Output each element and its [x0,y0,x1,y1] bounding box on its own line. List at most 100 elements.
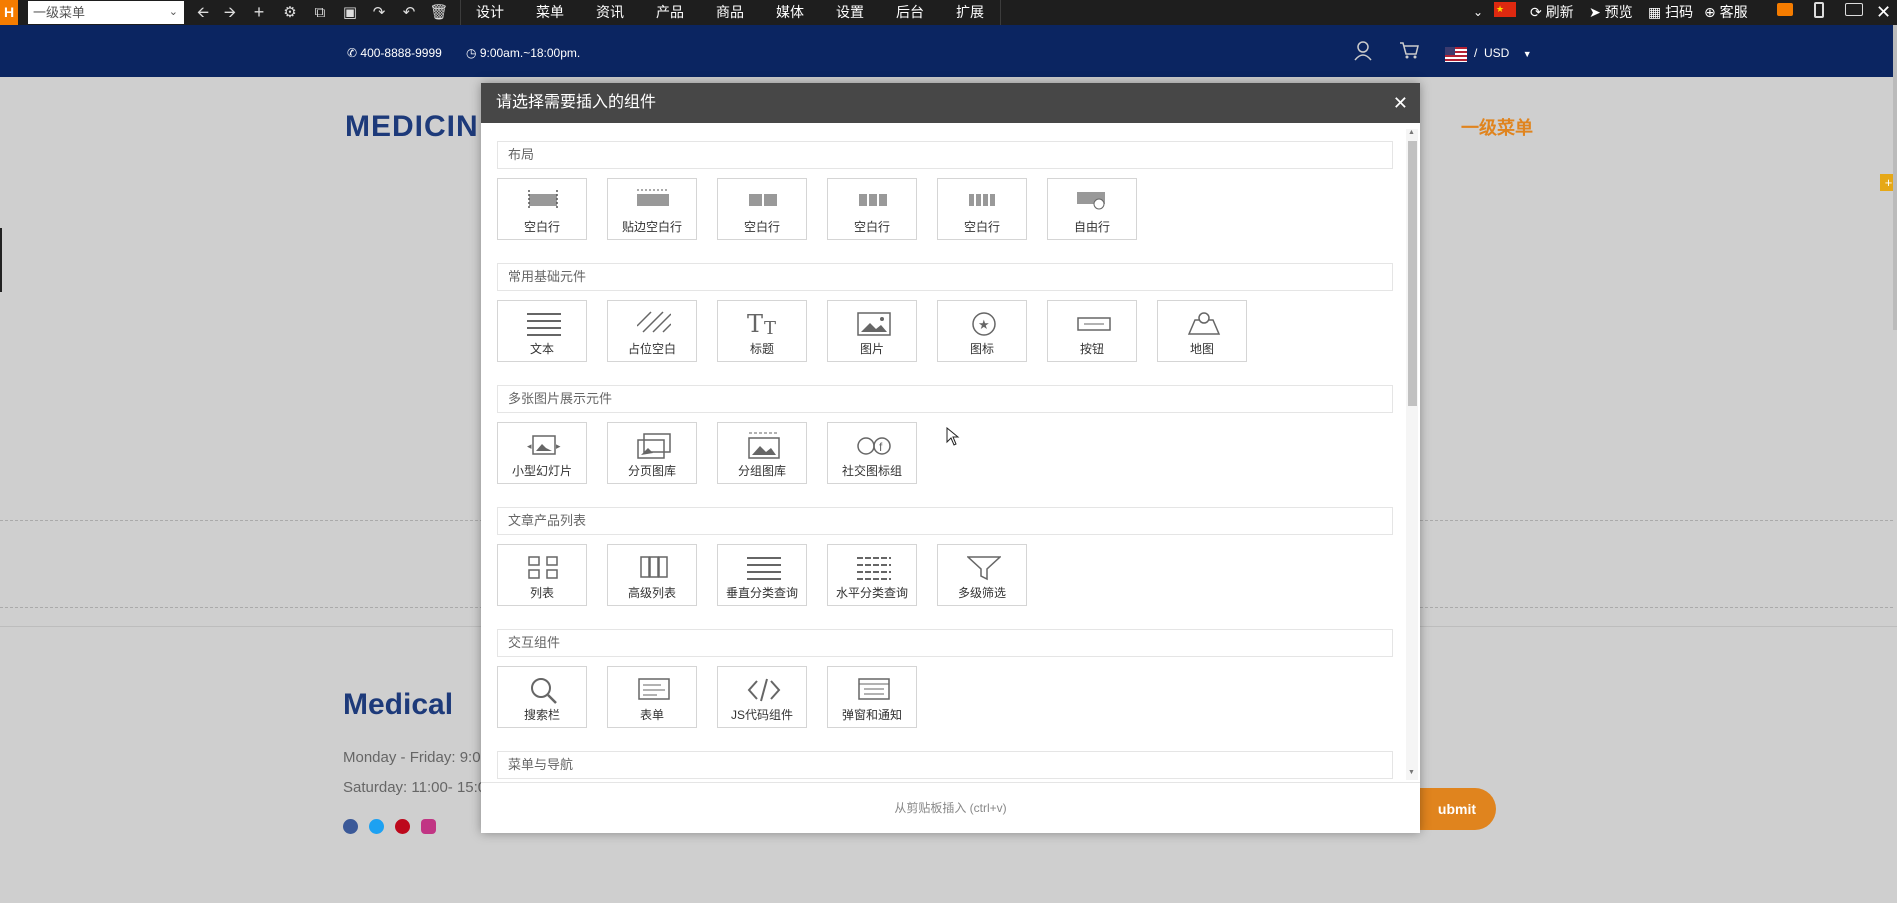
component-label: 空白行 [523,220,560,234]
component-item[interactable]: 自由行 [1047,178,1137,240]
component-label: 多级筛选 [957,586,1006,600]
component-item[interactable]: 空白行 [827,178,917,240]
cart-icon[interactable] [1399,41,1419,59]
china-flag-icon[interactable]: ★ [1494,2,1516,17]
component-item[interactable]: 表单 [607,666,697,728]
menu-settings[interactable]: 设置 [820,0,880,25]
chevron-down-icon[interactable]: ⌄ [1473,0,1483,25]
forward-icon[interactable]: 🡪 [219,0,241,25]
toolbar-divider [1000,0,1001,25]
menu-design[interactable]: 设计 [460,0,520,25]
component-item[interactable]: 分组图库 [717,422,807,484]
component-item[interactable]: ◂ ▸ 小型幻灯片 [497,422,587,484]
component-item[interactable]: 文本 [497,300,587,362]
component-label: 垂直分类查询 [725,586,798,600]
component-item[interactable]: 空白行 [717,178,807,240]
horizontal-category-icon [857,557,891,580]
hours-info: ◷ 9:00am.~18:00pm. [466,46,580,60]
preview-button[interactable]: ➤ 预览 [1589,0,1633,25]
site-top-bar [0,25,1897,77]
group-gallery-icon [748,432,780,459]
copy-icon[interactable]: ⧉ [309,0,331,25]
component-item[interactable]: 空白行 [497,178,587,240]
paste-from-clipboard[interactable]: 从剪贴板插入 (ctrl+v) [481,782,1420,833]
social-icon: f [857,437,891,455]
component-label: 图标 [969,342,994,356]
twitter-icon[interactable] [369,819,384,834]
component-label: 按钮 [1079,342,1104,356]
redo-icon[interactable]: ↷ [368,0,390,25]
component-item[interactable]: 分页图库 [607,422,697,484]
component-item[interactable]: 多级筛选 [937,544,1027,606]
service-button[interactable]: ⊕ 客服 [1704,0,1748,25]
back-icon[interactable]: 🡨 [192,0,214,25]
component-label: 标题 [749,342,774,356]
section-header: 多张图片展示元件 [497,385,1393,413]
code-icon [747,678,781,702]
gear-icon[interactable]: ⚙ [279,0,301,25]
form-icon [638,678,670,700]
scrollbar-thumb[interactable] [1408,141,1417,406]
component-item[interactable]: 高级列表 [607,544,697,606]
component-item[interactable]: 按钮 [1047,300,1137,362]
search-icon [531,678,557,704]
undo-icon[interactable]: ↶ [398,0,420,25]
menu-goods[interactable]: 商品 [700,0,760,25]
nav-menu-first[interactable]: 一级菜单 [1461,114,1533,140]
mobile-icon[interactable] [1814,2,1824,18]
component-label: 分页图库 [627,464,676,478]
close-icon[interactable]: ✕ [1876,0,1891,25]
component-item[interactable]: 贴边空白行 [607,178,697,240]
phone-number: 400-8888-9999 [360,46,442,60]
phone-icon: ✆ [347,46,358,60]
trash-icon[interactable]: 🗑 [428,0,450,25]
scan-button[interactable]: ▦ 扫码 [1648,0,1693,25]
menu-menu[interactable]: 菜单 [520,0,580,25]
user-icon[interactable] [1354,41,1372,61]
save-icon[interactable]: ▣ [339,0,361,25]
page-scrollbar[interactable] [1893,25,1897,330]
component-item[interactable]: 列表 [497,544,587,606]
component-item[interactable]: T T 标题 [717,300,807,362]
component-label: 高级列表 [627,586,676,600]
site-logo-text: MEDICIN [345,110,479,143]
menu-extend[interactable]: 扩展 [940,0,1000,25]
pinterest-icon[interactable] [395,819,410,834]
menu-backend[interactable]: 后台 [880,0,940,25]
scroll-up-icon[interactable]: ▲ [1408,129,1415,136]
component-label: 空白行 [963,220,1000,234]
component-item[interactable]: 搜索栏 [497,666,587,728]
section-header: 交互组件 [497,629,1393,657]
instagram-icon[interactable] [421,819,436,834]
close-icon[interactable]: ✕ [1393,83,1408,123]
desktop-icon[interactable] [1777,3,1793,16]
image-icon [857,312,891,336]
page-select[interactable]: 一级菜单 ⌄ [28,1,184,24]
pad-icon[interactable] [1845,3,1863,16]
row-full-icon [637,189,669,206]
facebook-icon[interactable] [343,819,358,834]
component-item[interactable]: 地图 [1157,300,1247,362]
component-item[interactable]: 占位空白 [607,300,697,362]
refresh-icon: ⟳ [1530,4,1542,20]
component-item[interactable]: 水平分类查询 [827,544,917,606]
currency-select[interactable]: / USD ▼ [1474,46,1532,60]
menu-media[interactable]: 媒体 [760,0,820,25]
component-item[interactable]: 图片 [827,300,917,362]
component-item[interactable]: ★ 图标 [937,300,1027,362]
add-icon[interactable]: + [248,0,270,25]
scroll-down-icon[interactable]: ▼ [1408,769,1415,776]
us-flag-icon[interactable] [1445,47,1467,62]
qrcode-icon: ▦ [1648,4,1662,20]
mouse-cursor-icon [946,427,960,446]
menu-news[interactable]: 资讯 [580,0,640,25]
component-item[interactable]: 空白行 [937,178,1027,240]
component-item[interactable]: f 社交图标组 [827,422,917,484]
row-1-icon [528,190,558,210]
component-item[interactable]: 垂直分类查询 [717,544,807,606]
refresh-button[interactable]: ⟳ 刷新 [1530,0,1574,25]
text-icon [527,313,561,336]
component-item[interactable]: 弹窗和通知 [827,666,917,728]
component-item[interactable]: JS代码组件 [717,666,807,728]
menu-product[interactable]: 产品 [640,0,700,25]
